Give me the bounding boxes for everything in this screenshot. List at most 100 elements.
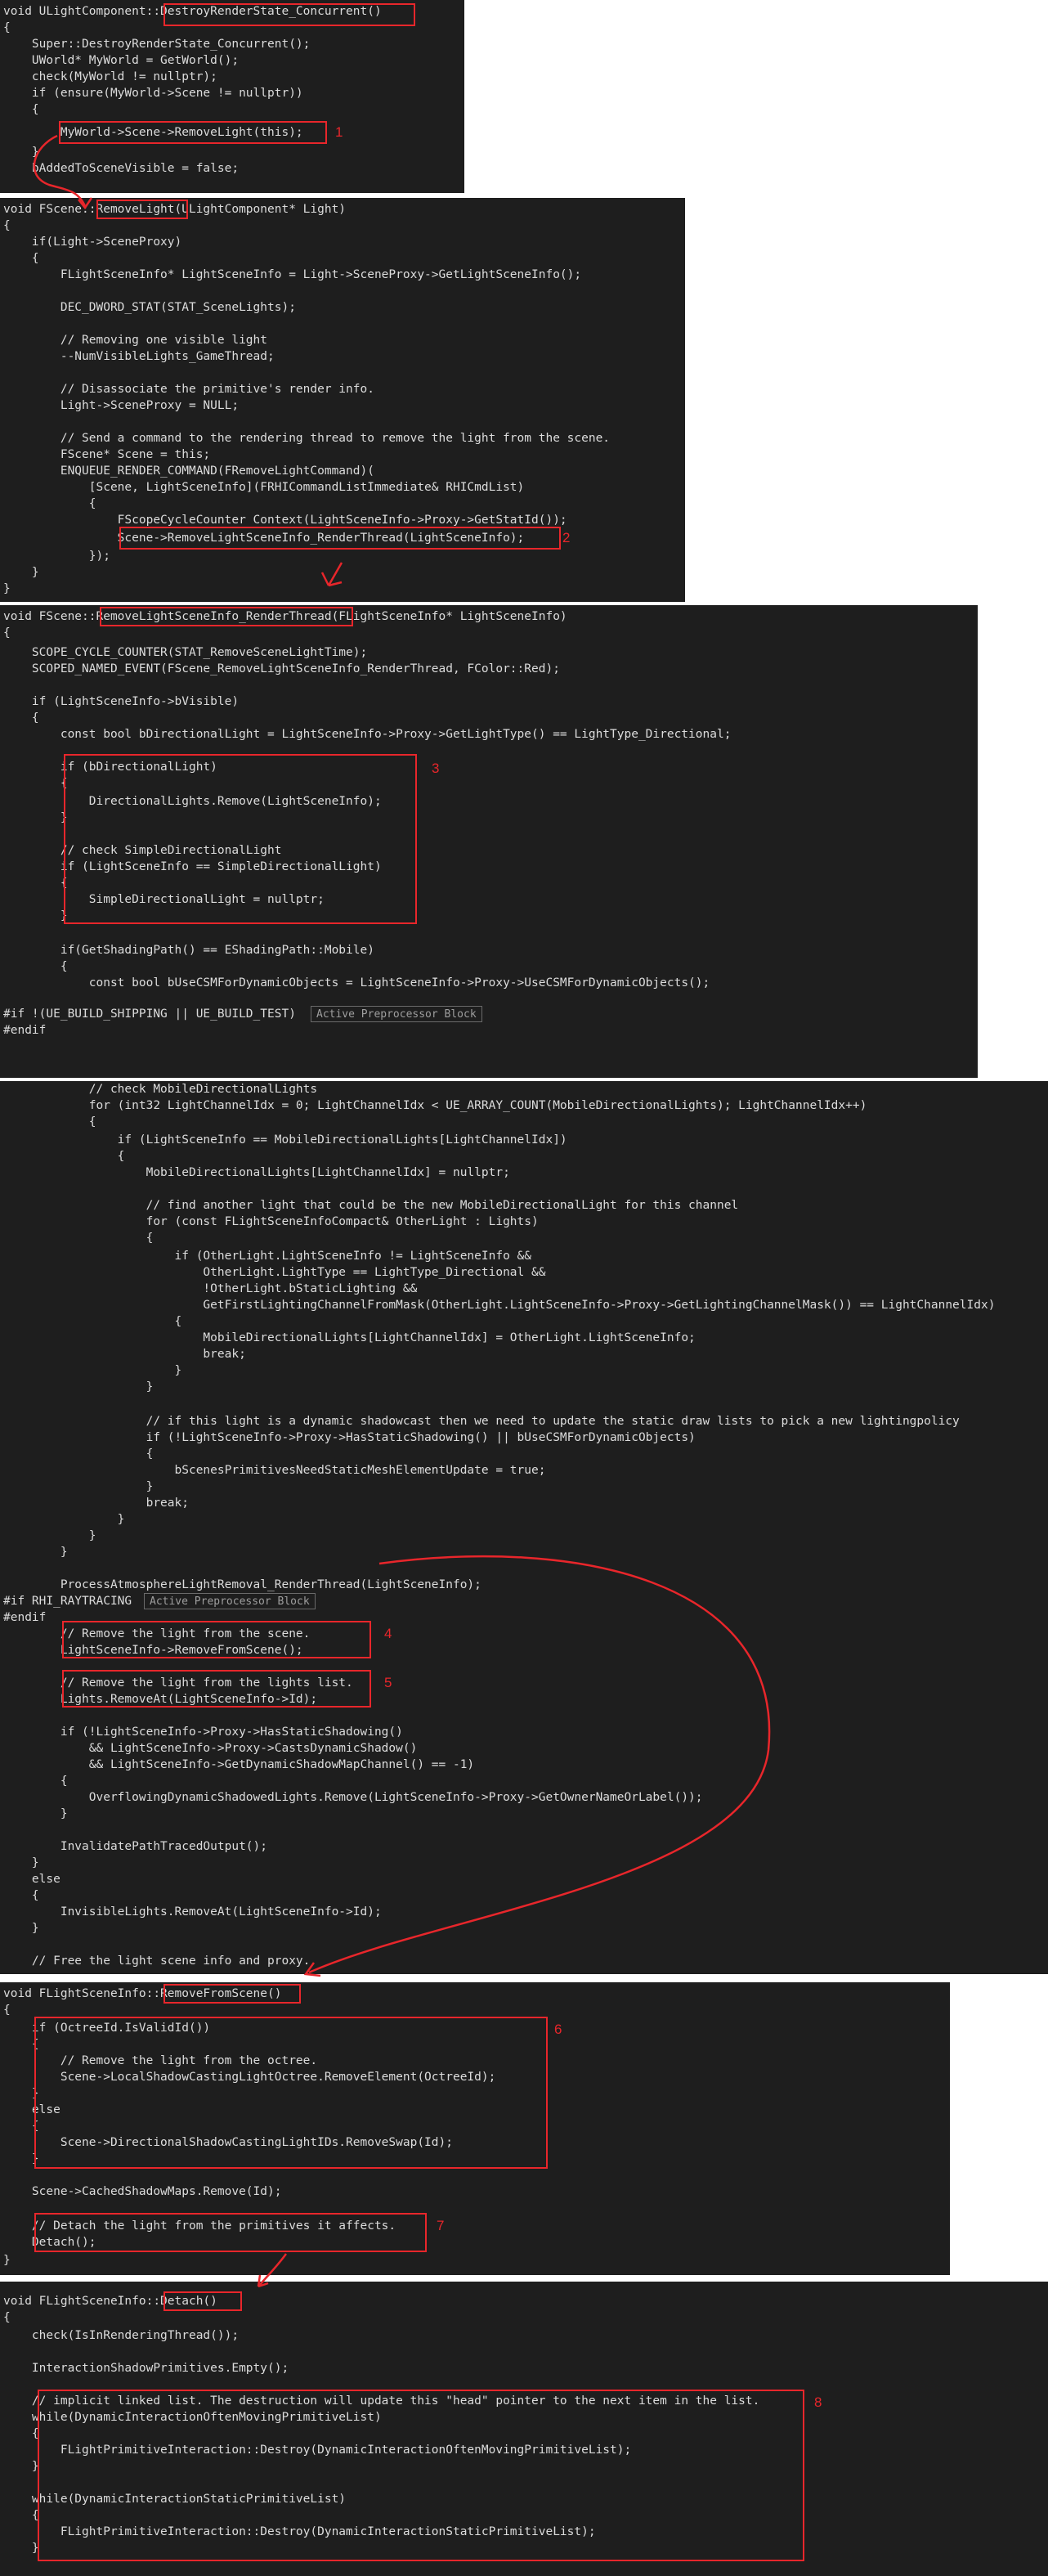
code-line: check(MyWorld != nullptr); bbox=[3, 70, 217, 83]
code-line: && LightSceneInfo->GetDynamicShadowMapCh… bbox=[3, 1758, 475, 1771]
code-line: Scene->CachedShadowMaps.Remove(Id); bbox=[3, 2185, 282, 2198]
highlight-box-function-name bbox=[100, 607, 353, 626]
code-line: // Disassociate the primitive's render i… bbox=[3, 383, 374, 396]
code-line: InvisibleLights.RemoveAt(LightSceneInfo-… bbox=[3, 1905, 382, 1919]
code-line: { bbox=[3, 1889, 39, 1902]
highlight-box-8 bbox=[38, 2390, 804, 2561]
code-line: && LightSceneInfo->Proxy->CastsDynamicSh… bbox=[3, 1742, 418, 1755]
code-line: // if this light is a dynamic shadowcast… bbox=[3, 1415, 960, 1428]
code-panel-destroy-render-state: void ULightComponent::DestroyRenderState… bbox=[0, 0, 464, 193]
code-line: if (!LightSceneInfo->Proxy->HasStaticSha… bbox=[3, 1726, 403, 1739]
code-line: ProcessAtmosphereLightRemoval_RenderThre… bbox=[3, 1578, 481, 1591]
code-line: } bbox=[3, 2254, 11, 2267]
code-line: break; bbox=[3, 1348, 246, 1361]
highlight-box-function-name bbox=[163, 2291, 242, 2311]
code-line: } bbox=[3, 1922, 39, 1935]
code-line: } bbox=[3, 1807, 68, 1820]
code-panel-remove-light-scene-info: void FScene::RemoveLightSceneInfo_Render… bbox=[0, 605, 978, 1078]
preprocessor-block-label: Active Preprocessor Block bbox=[144, 1593, 316, 1609]
code-line: InvalidatePathTracedOutput(); bbox=[3, 1840, 268, 1853]
code-line: const bool bDirectionalLight = LightScen… bbox=[3, 728, 732, 741]
code-line: SCOPED_NAMED_EVENT(FScene_RemoveLightSce… bbox=[3, 662, 560, 675]
annotation-number-5: 5 bbox=[384, 1675, 392, 1690]
annotation-number-3: 3 bbox=[432, 761, 440, 776]
code-line: SCOPE_CYCLE_COUNTER(STAT_RemoveSceneLigh… bbox=[3, 646, 368, 659]
code-line: check(IsInRenderingThread()); bbox=[3, 2329, 240, 2342]
code-line: { bbox=[3, 2004, 11, 2017]
code-line: // check MobileDirectionalLights bbox=[3, 1083, 318, 1096]
code-line: OverflowingDynamicShadowedLights.Remove(… bbox=[3, 1791, 703, 1804]
code-line: break; bbox=[3, 1497, 189, 1510]
code-line: if (OtherLight.LightSceneInfo != LightSc… bbox=[3, 1250, 532, 1263]
code-line: for (const FLightSceneInfoCompact& Other… bbox=[3, 1215, 539, 1228]
code-line: void FLightSceneInfo::Detach() bbox=[3, 2295, 217, 2308]
code-line: if (ensure(MyWorld->Scene != nullptr)) bbox=[3, 87, 303, 100]
code-line: { bbox=[3, 1447, 154, 1461]
annotation-number-4: 4 bbox=[384, 1626, 392, 1641]
code-line: if(Light->SceneProxy) bbox=[3, 236, 182, 249]
highlight-box-7 bbox=[34, 2213, 427, 2252]
code-line: InteractionShadowPrimitives.Empty(); bbox=[3, 2362, 289, 2375]
annotation-number-2: 2 bbox=[562, 530, 571, 545]
code-line: UWorld* MyWorld = GetWorld(); bbox=[3, 54, 240, 67]
code-line: } bbox=[3, 1480, 154, 1493]
highlight-box-3 bbox=[64, 754, 417, 924]
highlight-box-2 bbox=[119, 527, 561, 550]
code-line: // Send a command to the rendering threa… bbox=[3, 432, 611, 445]
code-line: if(GetShadingPath() == EShadingPath::Mob… bbox=[3, 944, 374, 957]
code-line: { bbox=[3, 219, 11, 232]
highlight-box-function-name bbox=[163, 3, 415, 26]
highlight-box-function-name bbox=[163, 1984, 301, 2004]
preprocessor-block-label: Active Preprocessor Block bbox=[311, 1006, 482, 1022]
code-line: bScenesPrimitivesNeedStaticMeshElementUp… bbox=[3, 1464, 546, 1477]
code-line: } bbox=[3, 1546, 68, 1559]
highlight-box-5 bbox=[62, 1670, 371, 1708]
code-line: // Removing one visible light bbox=[3, 334, 268, 347]
code-line: { bbox=[3, 103, 39, 116]
code-line: #endif bbox=[3, 1024, 47, 1037]
code-line: { bbox=[3, 2311, 11, 2324]
code-line: } bbox=[3, 582, 11, 595]
code-panel-mobile-directional-lights: // check MobileDirectionalLights for (in… bbox=[0, 1081, 1048, 1974]
code-line: { bbox=[3, 252, 39, 265]
code-line: ENQUEUE_RENDER_COMMAND(FRemoveLightComma… bbox=[3, 464, 374, 478]
code-line: { bbox=[3, 960, 68, 973]
code-line: void FLightSceneInfo::RemoveFromScene() bbox=[3, 1987, 282, 2000]
code-line: GetFirstLightingChannelFromMask(OtherLig… bbox=[3, 1299, 996, 1312]
code-line: if (!LightSceneInfo->Proxy->HasStaticSha… bbox=[3, 1431, 696, 1444]
code-line: { bbox=[3, 626, 11, 640]
annotation-number-6: 6 bbox=[554, 2022, 562, 2037]
code-line: if (LightSceneInfo->bVisible) bbox=[3, 695, 240, 708]
code-line: } bbox=[3, 566, 39, 579]
highlight-box-4 bbox=[62, 1621, 371, 1658]
code-line: bAddedToSceneVisible = false; bbox=[3, 162, 240, 175]
code-line: MobileDirectionalLights[LightChannelIdx]… bbox=[3, 1166, 510, 1179]
code-line: FScopeCycleCounter Context(LightSceneInf… bbox=[3, 514, 567, 527]
code-line: { bbox=[3, 711, 39, 725]
code-line: { bbox=[3, 1115, 96, 1129]
highlight-box-6 bbox=[34, 2017, 548, 2169]
highlight-box-1 bbox=[59, 121, 327, 144]
code-line: Light->SceneProxy = NULL; bbox=[3, 399, 240, 412]
code-line: [Scene, LightSceneInfo](FRHICommandListI… bbox=[3, 481, 525, 494]
code-line: if (LightSceneInfo == MobileDirectionalL… bbox=[3, 1133, 567, 1147]
code-line: { bbox=[3, 1315, 182, 1328]
code-line: { bbox=[3, 497, 96, 510]
code-line: #if !(UE_BUILD_SHIPPING || UE_BUILD_TEST… bbox=[3, 1008, 296, 1021]
annotation-number-8: 8 bbox=[814, 2394, 822, 2410]
annotation-number-1: 1 bbox=[335, 124, 343, 140]
code-line: } bbox=[3, 1364, 182, 1377]
code-line: // find another light that could be the … bbox=[3, 1199, 739, 1212]
code-line: FLightSceneInfo* LightSceneInfo = Light-… bbox=[3, 268, 582, 281]
